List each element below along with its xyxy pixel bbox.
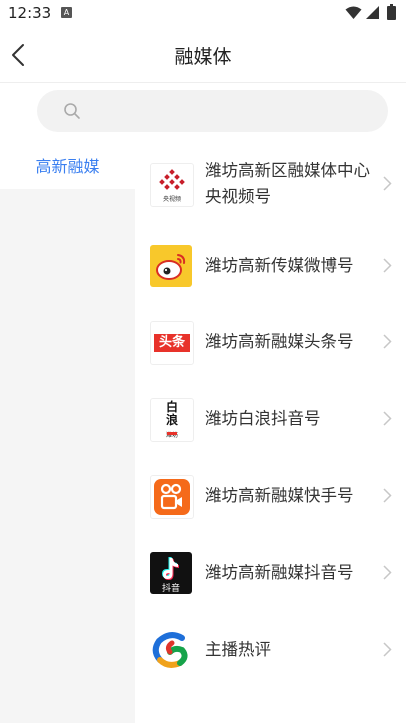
search-box[interactable] (37, 90, 388, 134)
battery-icon (387, 4, 396, 20)
list-item-bailang[interactable]: 白浪 潍坊 潍坊白浪抖音号 (135, 384, 406, 454)
cctv-logo-text: 央视频 (162, 196, 181, 203)
list-item-label: 潍坊高新区融媒体中心央视频号 (205, 161, 370, 206)
page-title: 融媒体 (174, 46, 232, 68)
list-item-douyin[interactable]: 抖音 潍坊高新融媒抖音号 (135, 538, 406, 608)
weibo-logo (150, 245, 192, 287)
list-item-kuaishou[interactable]: 潍坊高新融媒快手号 (135, 461, 406, 531)
chevron-right-icon (383, 488, 392, 503)
kuaishou-logo (150, 475, 194, 519)
category-panel (0, 189, 135, 723)
search-icon (64, 103, 80, 119)
status-time: 12:33 (8, 4, 52, 22)
list-item-label: 潍坊高新传媒微博号 (205, 256, 354, 275)
list-item-label: 潍坊高新融媒头条号 (205, 332, 354, 351)
zhubo-reping-logo (150, 629, 192, 671)
kuaishou-logo-graphic (160, 483, 182, 510)
status-bar: 12:33 A (0, 0, 406, 28)
signal-icon (366, 6, 379, 19)
chevron-right-icon (383, 565, 392, 580)
list-item-label: 主播热评 (205, 640, 271, 659)
notification-a-icon: A (61, 7, 72, 18)
toutiao-logo: 头条 (150, 321, 194, 365)
bailang-logo: 白浪 潍坊 (150, 398, 194, 442)
list-item-toutiao[interactable]: 头条 潍坊高新融媒头条号 (135, 307, 406, 377)
nav-bar: 融媒体 (0, 28, 406, 83)
zhubo-reping-logo-graphic (152, 632, 188, 668)
list-item-label: 潍坊高新融媒快手号 (205, 486, 354, 505)
douyin-logo-text: 抖音 (161, 584, 180, 594)
wifi-icon (345, 6, 362, 19)
cctv-video-logo: 央视频 (150, 163, 194, 207)
douyin-logo: 抖音 (150, 552, 192, 594)
chevron-right-icon (383, 176, 392, 191)
list-item-zhubo-reping[interactable]: 主播热评 (135, 615, 406, 685)
bailang-logo-text: 白浪 (165, 400, 178, 427)
chevron-right-icon (383, 258, 392, 273)
toutiao-logo-text: 头条 (158, 335, 185, 350)
chevron-right-icon (383, 642, 392, 657)
list-item-cctv-video[interactable]: 央视频 潍坊高新区融媒体中心央视频号 (135, 149, 406, 219)
search-input[interactable] (87, 90, 371, 134)
list-item-label: 潍坊白浪抖音号 (205, 409, 321, 428)
list-item-label: 潍坊高新融媒抖音号 (205, 563, 354, 582)
list-item-weibo[interactable]: 潍坊高新传媒微博号 (135, 231, 406, 301)
chevron-right-icon (383, 411, 392, 426)
chevron-right-icon (383, 334, 392, 349)
weibo-logo-graphic (156, 254, 186, 280)
category-tab-gaoxin-rongmei[interactable]: 高新融媒 (0, 140, 135, 189)
category-label: 高新融媒 (35, 157, 100, 176)
